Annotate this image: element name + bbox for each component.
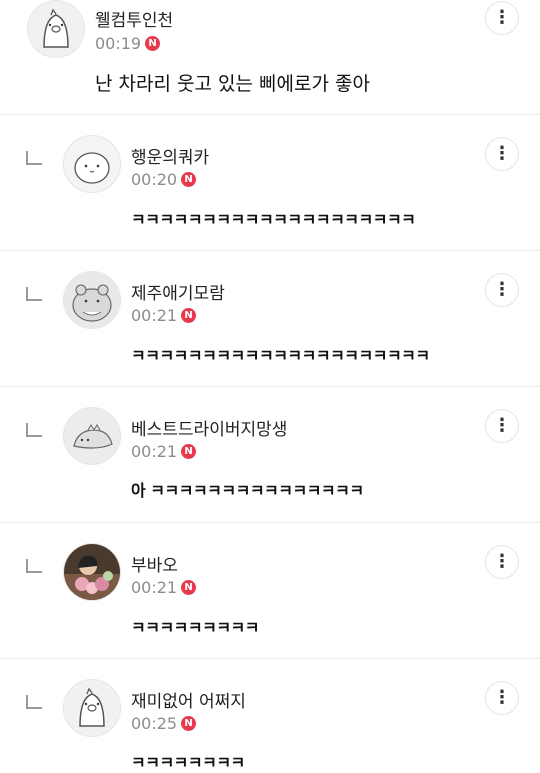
nickname[interactable]: 웰컴투인천 [95, 6, 173, 31]
new-badge: N [181, 444, 197, 459]
timestamp: 00:21 N [131, 578, 197, 597]
reply-item: 부바오 00:21 N ㅋㅋㅋㅋㅋㅋㅋㅋㅋ ⋮ [0, 523, 540, 658]
nickname[interactable]: 재미없어 어쩌지 [131, 687, 246, 712]
nickname[interactable]: 제주애기모람 [131, 279, 225, 304]
reply-indicator-icon [26, 423, 42, 437]
quokka-avatar-icon[interactable] [63, 135, 121, 193]
timestamp: 00:20 N [131, 170, 197, 189]
photo-avatar-icon[interactable] [63, 543, 121, 601]
more-vertical-icon: ⋮ [493, 279, 511, 300]
more-vertical-icon: ⋮ [493, 687, 511, 708]
time-text: 00:19 [95, 34, 142, 53]
reply-item: 행운의쿼카 00:20 N ㅋㅋㅋㅋㅋㅋㅋㅋㅋㅋㅋㅋㅋㅋㅋㅋㅋㅋㅋㅋ ⋮ [0, 115, 540, 250]
timestamp: 00:21 N [131, 306, 197, 325]
pig-avatar-icon[interactable] [63, 679, 121, 737]
nickname[interactable]: 행운의쿼카 [131, 143, 209, 168]
reply-item: 베스트드라이버지망생 00:21 N 아 ㅋㅋㅋㅋㅋㅋㅋㅋㅋㅋㅋㅋㅋㅋㅋ ⋮ [0, 387, 540, 522]
more-options-button[interactable]: ⋮ [485, 137, 519, 171]
more-options-button[interactable]: ⋮ [485, 681, 519, 715]
reply-indicator-icon [26, 287, 42, 301]
new-badge: N [145, 36, 161, 51]
dinosaur-avatar-icon[interactable] [63, 407, 121, 465]
comment-text: 난 차라리 웃고 있는 삐에로가 좋아 [95, 73, 370, 95]
nickname[interactable]: 부바오 [131, 551, 178, 576]
more-options-button[interactable]: ⋮ [485, 409, 519, 443]
new-badge: N [181, 716, 197, 731]
comment-text: ㅋㅋㅋㅋㅋㅋㅋㅋㅋㅋㅋㅋㅋㅋㅋㅋㅋㅋㅋㅋㅋ [131, 346, 430, 365]
reply-indicator-icon [26, 695, 42, 709]
timestamp: 00:19 N [95, 34, 161, 53]
pig-avatar-icon[interactable] [27, 0, 85, 58]
time-text: 00:21 [131, 578, 178, 597]
reply-item: 제주애기모람 00:21 N ㅋㅋㅋㅋㅋㅋㅋㅋㅋㅋㅋㅋㅋㅋㅋㅋㅋㅋㅋㅋㅋ ⋮ [0, 251, 540, 386]
new-badge: N [181, 308, 197, 323]
comment-text: ㅋㅋㅋㅋㅋㅋㅋㅋㅋㅋㅋㅋㅋㅋㅋㅋㅋㅋㅋㅋ [131, 210, 416, 229]
comment-item: 웰컴투인천 00:19 N 난 차라리 웃고 있는 삐에로가 좋아 ⋮ [0, 0, 540, 114]
reply-indicator-icon [26, 559, 42, 573]
time-text: 00:20 [131, 170, 178, 189]
time-text: 00:25 [131, 714, 178, 733]
more-vertical-icon: ⋮ [493, 551, 511, 572]
more-vertical-icon: ⋮ [493, 415, 511, 436]
more-vertical-icon: ⋮ [493, 143, 511, 164]
timestamp: 00:25 N [131, 714, 197, 733]
new-badge: N [181, 580, 197, 595]
comment-text: ㅋㅋㅋㅋㅋㅋㅋㅋ [131, 753, 245, 772]
timestamp: 00:21 N [131, 442, 197, 461]
more-vertical-icon: ⋮ [493, 7, 511, 28]
reply-item: 재미없어 어쩌지 00:25 N ㅋㅋㅋㅋㅋㅋㅋㅋ ⋮ [0, 659, 540, 772]
time-text: 00:21 [131, 306, 178, 325]
reply-indicator-icon [26, 151, 42, 165]
more-options-button[interactable]: ⋮ [485, 1, 519, 35]
new-badge: N [181, 172, 197, 187]
comment-text: 아 ㅋㅋㅋㅋㅋㅋㅋㅋㅋㅋㅋㅋㅋㅋㅋ [131, 481, 364, 500]
hamster-avatar-icon[interactable] [63, 271, 121, 329]
more-options-button[interactable]: ⋮ [485, 273, 519, 307]
comment-text: ㅋㅋㅋㅋㅋㅋㅋㅋㅋ [131, 618, 259, 637]
time-text: 00:21 [131, 442, 178, 461]
nickname[interactable]: 베스트드라이버지망생 [131, 415, 287, 440]
more-options-button[interactable]: ⋮ [485, 545, 519, 579]
